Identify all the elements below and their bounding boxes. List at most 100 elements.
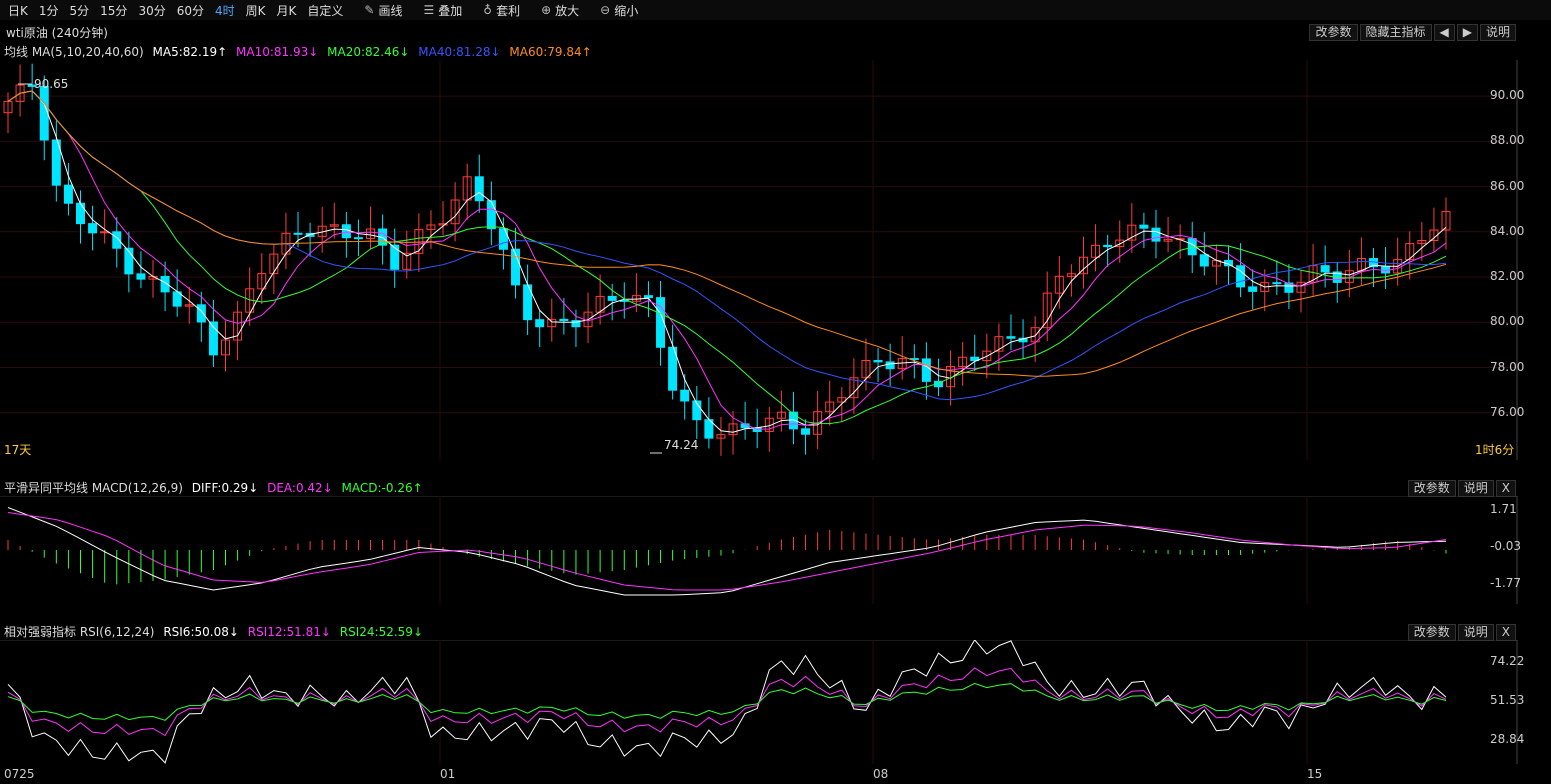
- candle-body: [643, 295, 653, 299]
- rsi-chart[interactable]: [0, 640, 1518, 764]
- price-tick: 82.00: [1490, 269, 1525, 284]
- tool-label: 缩小: [614, 3, 639, 18]
- ma20-value: MA20:82.46↓: [327, 44, 410, 59]
- macd-macd-value: MACD:-0.26↑: [341, 480, 423, 495]
- rsi6-value: RSI6:50.08↓: [163, 624, 239, 639]
- price-tick: 86.00: [1490, 178, 1525, 193]
- zoom-in-icon: ⊕: [541, 3, 552, 17]
- rsi-tick: 28.84: [1490, 732, 1525, 746]
- rsi-params-button[interactable]: 改参数: [1407, 624, 1456, 641]
- tool-zoom-out[interactable]: ⊖ 缩小: [600, 2, 638, 19]
- candle-body: [1139, 224, 1149, 229]
- rsi-help-button[interactable]: 说明: [1457, 624, 1494, 641]
- rsi-name: 相对强弱指标 RSI(6,12,24): [4, 624, 155, 639]
- date-tick: 15: [1307, 767, 1323, 781]
- candle-body: [1320, 265, 1330, 273]
- candle-body: [1248, 286, 1258, 292]
- period-2[interactable]: 5分: [70, 2, 90, 19]
- tool-zoom-in[interactable]: ⊕ 放大: [541, 2, 579, 19]
- tool-pencil[interactable]: ✎ 画线: [364, 2, 402, 19]
- ma5-value: MA5:82.19↑: [152, 44, 228, 59]
- candle-body: [390, 244, 400, 270]
- candle-body: [353, 237, 363, 240]
- candle-body: [474, 176, 484, 202]
- candle-body: [1151, 227, 1161, 242]
- candle-body: [1103, 244, 1113, 248]
- money-bag-icon: ♁: [483, 3, 493, 17]
- period-7[interactable]: 周K: [246, 2, 266, 19]
- candle-body: [607, 295, 617, 301]
- ma-line-4: [7, 90, 1447, 377]
- candle-body: [535, 319, 545, 328]
- candle-body: [341, 224, 351, 239]
- candle-body: [486, 200, 496, 230]
- candlestick-chart[interactable]: 90.65 74.24: [0, 60, 1518, 460]
- price-tick: 76.00: [1490, 404, 1525, 419]
- candle-body: [873, 360, 883, 363]
- countdown-label: 1时6分: [1475, 443, 1515, 457]
- macd-name: 平滑异同平均线 MACD(12,26,9): [4, 480, 183, 495]
- candle-body: [921, 358, 931, 382]
- rsi-line-1: [7, 667, 1447, 737]
- candle-body: [196, 304, 206, 323]
- candle-body: [1006, 336, 1016, 339]
- period-3[interactable]: 15分: [100, 2, 127, 19]
- macd-line-0: [7, 507, 1447, 596]
- macd-help-button[interactable]: 说明: [1457, 480, 1494, 497]
- period-0[interactable]: 日K: [8, 2, 28, 19]
- price-tick: 90.00: [1490, 88, 1525, 103]
- period-6[interactable]: 4时: [215, 2, 235, 19]
- tool-label: 叠加: [438, 3, 463, 18]
- low-annotation: 74.24: [664, 438, 698, 452]
- help-button[interactable]: 说明: [1479, 24, 1516, 41]
- candle-body: [559, 318, 569, 322]
- candle-body: [88, 223, 98, 234]
- ma60-value: MA60:79.84↑: [509, 44, 592, 59]
- high-annotation: 90.65: [34, 77, 68, 91]
- ma10-value: MA10:81.93↓: [236, 44, 319, 59]
- scroll-right-button[interactable]: ▶: [1456, 24, 1478, 41]
- candle-body: [885, 361, 895, 370]
- macd-params-button[interactable]: 改参数: [1407, 480, 1456, 497]
- period-9[interactable]: 自定义: [307, 2, 343, 19]
- ma-line-2: [7, 90, 1447, 425]
- date-tick: 01: [440, 767, 456, 781]
- macd-close-button[interactable]: X: [1495, 480, 1516, 497]
- rsi24-value: RSI24:52.59↓: [339, 624, 423, 639]
- rsi-line-2: [7, 682, 1447, 721]
- hide-main-indicator-button[interactable]: 隐藏主指标: [1359, 24, 1432, 41]
- price-tick: 88.00: [1490, 133, 1525, 148]
- change-params-button[interactable]: 改参数: [1309, 24, 1358, 41]
- period-5[interactable]: 60分: [177, 2, 204, 19]
- macd-diff-value: DIFF:0.29↓: [191, 480, 259, 495]
- period-count-label: 17天: [4, 443, 32, 457]
- rsi-tick: 74.22: [1490, 654, 1525, 668]
- ma-line-3: [7, 90, 1447, 401]
- tool-layers[interactable]: ☰ 叠加: [423, 2, 462, 19]
- macd-chart[interactable]: [0, 496, 1518, 604]
- rsi-close-button[interactable]: X: [1495, 624, 1516, 641]
- rsi12-value: RSI12:51.81↓: [247, 624, 331, 639]
- symbol-title: wti原油 (240分钟): [6, 25, 108, 40]
- candle-body: [76, 202, 86, 225]
- period-4[interactable]: 30分: [138, 2, 165, 19]
- candle-body: [136, 273, 146, 280]
- period-8[interactable]: 月K: [277, 2, 297, 19]
- tool-money-bag[interactable]: ♁ 套利: [483, 2, 520, 19]
- rsi-tick: 51.53: [1490, 693, 1525, 707]
- ma40-value: MA40:81.28↓: [418, 44, 501, 59]
- macd-line-1: [7, 512, 1447, 591]
- scroll-left-button[interactable]: ◀: [1433, 24, 1455, 41]
- candle-body: [1272, 282, 1282, 285]
- ma-name: 均线 MA(5,10,20,40,60): [4, 44, 144, 59]
- layers-icon: ☰: [423, 3, 435, 17]
- price-tick: 84.00: [1490, 223, 1525, 238]
- candle-body: [1199, 254, 1209, 267]
- pencil-icon: ✎: [364, 3, 375, 17]
- ma-legend: 均线 MA(5,10,20,40,60) MA5:82.19↑ MA10:81.…: [0, 42, 1518, 60]
- period-toolbar: 日K 1分 5分 15分 30分 60分 4时 周K 月K 自定义 ✎ 画线 ☰ 叠加 ♁ 套利 ⊕ 放大 ⊖ 缩小: [0, 0, 1551, 20]
- period-1[interactable]: 1分: [39, 2, 59, 19]
- candle-body: [680, 389, 690, 402]
- candle-body: [801, 428, 811, 435]
- tool-label: 放大: [555, 3, 580, 18]
